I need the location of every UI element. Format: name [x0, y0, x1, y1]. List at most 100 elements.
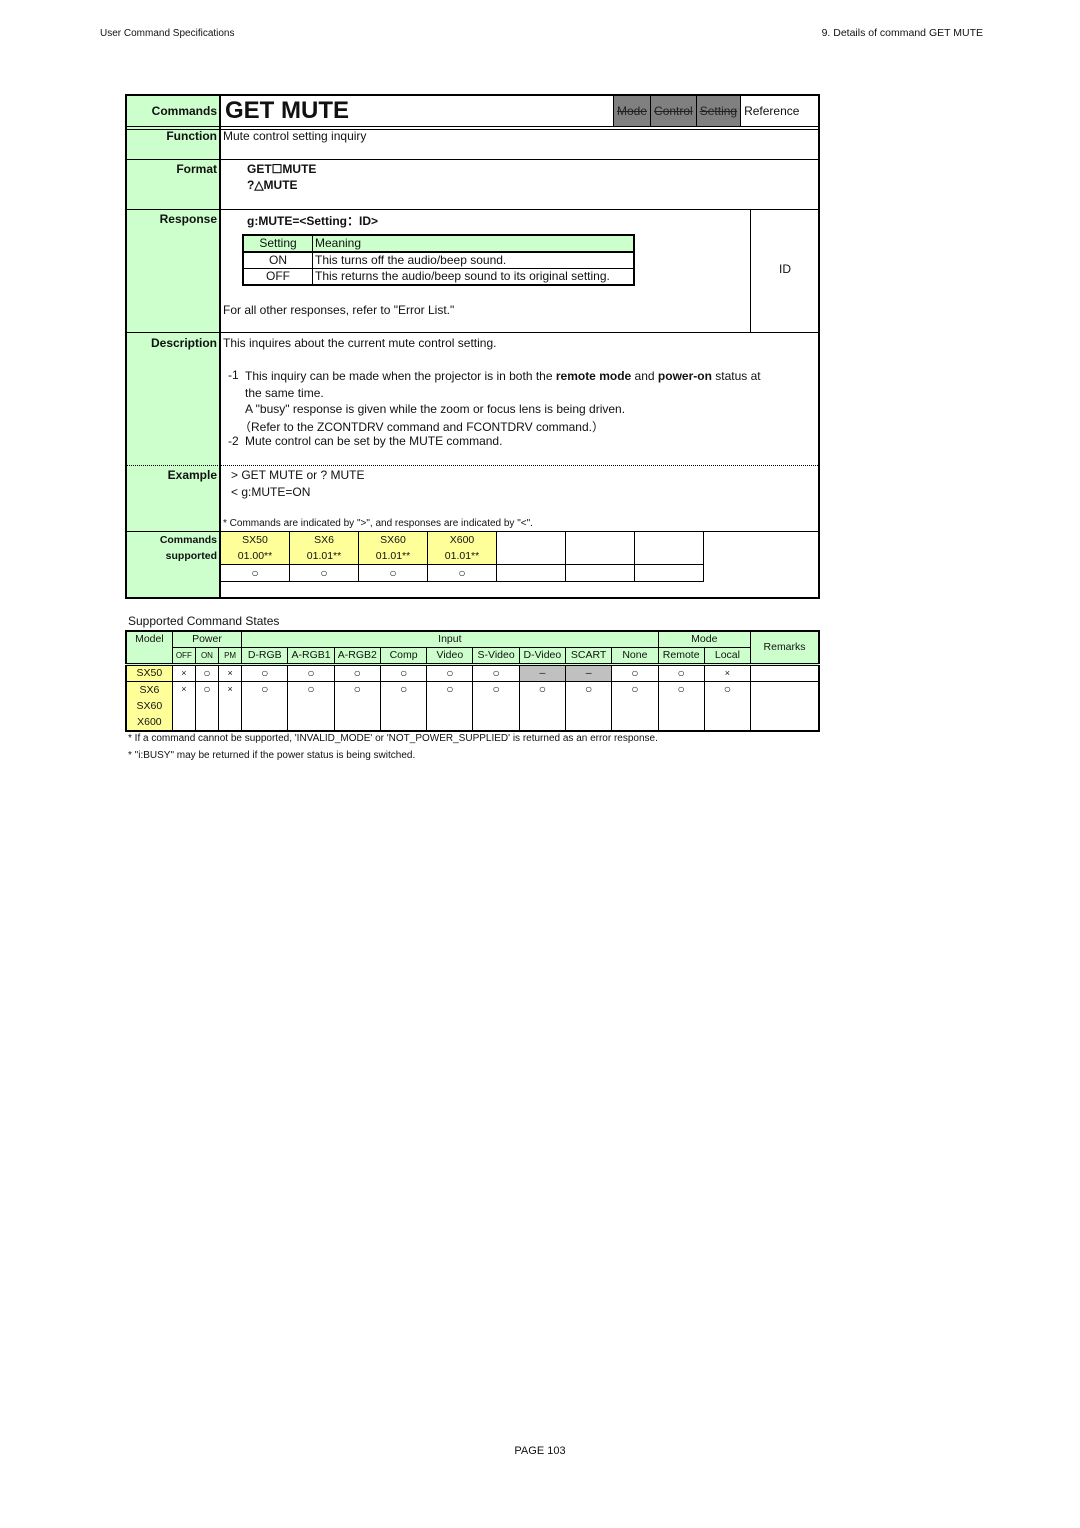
state-cell: ×	[171, 681, 196, 732]
table-row: ON This turns off the audio/beep sound.	[243, 252, 634, 269]
remarks-cell	[750, 681, 820, 732]
header-mode-col: Remote	[657, 647, 705, 665]
example-response: < g:MUTE=ON	[231, 485, 311, 499]
state-cell: ×	[171, 663, 196, 682]
commands-label: Commands	[151, 104, 217, 118]
version-cell: 01.01**	[358, 548, 428, 565]
version-cell: 01.01**	[289, 548, 359, 565]
command-card: Commands GET MUTE Mode Control Setting R…	[125, 94, 820, 599]
model-cell: X600	[427, 532, 497, 548]
state-cell: ○	[241, 663, 289, 682]
state-cell-na: –	[518, 663, 567, 682]
model-name: X600	[137, 716, 162, 728]
header-power-col: OFF	[171, 647, 196, 665]
state-cell: ○	[611, 681, 659, 732]
header-power: Power	[171, 630, 243, 648]
table-row: OFF This returns the audio/beep sound to…	[243, 268, 634, 285]
model-cell	[565, 532, 635, 548]
header-input-col: SCART	[564, 647, 613, 665]
header-input-col: S-Video	[472, 647, 520, 665]
model-name: SX60	[136, 700, 163, 712]
tab-setting[interactable]: Setting	[695, 96, 741, 126]
header-input-col: Comp	[379, 647, 428, 665]
group-header-row: Model Power Input Mode Remarks	[125, 630, 820, 665]
model-name: SX6	[139, 684, 160, 696]
states-note: * "i:BUSY" may be returned if the power …	[128, 750, 416, 761]
description-summary: This inquires about the current mute con…	[223, 336, 497, 350]
setting-meaning: This returns the audio/beep sound to its…	[312, 268, 634, 285]
header-power-col: PM	[218, 647, 243, 665]
response-syntax: g:MUTE=<Setting：ID>	[247, 214, 379, 228]
tab-reference[interactable]: Reference	[740, 96, 803, 126]
header-model-blank	[125, 647, 173, 665]
header-input-col: D-RGB	[241, 647, 289, 665]
table-row: SX50 × ○ × ○ ○ ○ ○ ○ ○ – – ○ ○ ×	[125, 663, 820, 682]
model-cell: SX50	[221, 532, 290, 548]
state-cell: ○	[241, 681, 289, 732]
state-cell: ○	[287, 681, 335, 732]
response-note: For all other responses, refer to "Error…	[223, 303, 455, 317]
model-cell: SX50	[125, 663, 173, 682]
table-header-row: Setting Meaning	[243, 235, 634, 253]
header-meaning: Meaning	[312, 235, 634, 253]
page-number: PAGE 103	[514, 1445, 566, 1457]
example-label: Example	[167, 468, 217, 482]
example-command: > GET MUTE or ? MUTE	[231, 468, 365, 482]
version-cell	[634, 548, 704, 565]
support-mark-row: ○ ○ ○ ○	[221, 564, 704, 582]
format-line-query: ?△MUTE	[247, 178, 298, 192]
version-cell: 01.00**	[221, 548, 290, 565]
supported-states-table: Model Power Input Mode Remarks OFF ON PM…	[125, 630, 820, 732]
state-cell: ○	[194, 663, 220, 682]
response-label: Response	[159, 212, 217, 226]
state-cell: ○	[703, 681, 752, 732]
version-cell	[565, 548, 635, 565]
state-cell: ×	[218, 663, 243, 682]
description-item-2: Mute control can be set by the MUTE comm…	[245, 434, 503, 448]
description-emphasis: remote mode	[555, 369, 632, 383]
document-section-title: 9. Details of command GET MUTE	[821, 27, 983, 39]
states-title: Supported Command States	[128, 614, 280, 628]
commands-supported-label: supported	[165, 550, 217, 562]
example-footnote: * Commands are indicated by ">", and res…	[223, 518, 533, 529]
state-cell: ○	[611, 663, 659, 682]
state-cell: ○	[379, 663, 428, 682]
description-item-number: -2	[228, 434, 239, 448]
function-label: Function	[166, 129, 217, 143]
setting-meaning: This turns off the audio/beep sound.	[312, 252, 634, 269]
tab-control[interactable]: Control	[650, 96, 696, 126]
response-settings-table: Setting Meaning ON This turns off the au…	[242, 234, 635, 286]
header-input-col: A-RGB2	[333, 647, 381, 665]
setting-value: OFF	[266, 269, 290, 283]
header-mode: Mode	[657, 630, 752, 648]
state-cell: ○	[333, 663, 381, 682]
commands-supported-label: Commands	[159, 534, 217, 546]
state-cell: ○	[564, 681, 613, 732]
tab-mode[interactable]: Mode	[613, 96, 651, 126]
description-text: the same time.	[245, 386, 324, 400]
model-cell: SX60	[358, 532, 428, 548]
support-mark: ○	[289, 564, 359, 582]
table-row: SX6 SX60 X600 × ○ × ○ ○ ○ ○ ○ ○ ○ ○ ○ ○ …	[125, 681, 820, 732]
description-text: A "busy" response is given while the zoo…	[245, 402, 626, 416]
header-power-col: ON	[194, 647, 220, 665]
state-cell: ○	[194, 681, 220, 732]
divider	[127, 465, 818, 466]
header-input-col: A-RGB1	[287, 647, 335, 665]
document-header-title: User Command Specifications	[100, 28, 235, 39]
divider	[127, 209, 818, 210]
header-input-col: D-Video	[518, 647, 567, 665]
state-cell: ○	[472, 663, 520, 682]
reference-tabs: Mode Control Setting Reference	[613, 96, 803, 126]
support-mark	[496, 564, 566, 582]
support-mark: ○	[358, 564, 428, 582]
header-setting: Setting	[243, 235, 313, 253]
divider	[127, 332, 818, 333]
state-cell: ○	[472, 681, 520, 732]
header-input-col: Video	[426, 647, 474, 665]
model-cell	[634, 532, 704, 548]
state-cell: ○	[426, 681, 474, 732]
header-input-col: None	[611, 647, 659, 665]
model-cell: SX6	[289, 532, 359, 548]
description-emphasis: power-on	[657, 369, 712, 383]
